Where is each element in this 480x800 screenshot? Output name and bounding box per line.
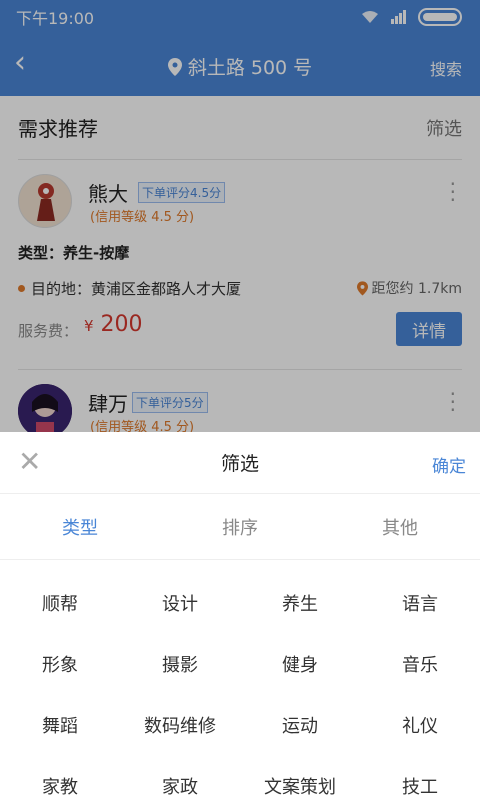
category-option[interactable]: 语言 (360, 572, 480, 633)
category-option[interactable]: 家政 (120, 755, 240, 800)
filter-tabs: 类型 排序 其他 (0, 494, 480, 560)
filter-sheet: ✕ 筛选 确定 类型 排序 其他 顺帮 设计 养生 语言 形象 摄影 健身 音乐… (0, 432, 480, 800)
category-option[interactable]: 运动 (240, 694, 360, 755)
category-option[interactable]: 顺帮 (0, 572, 120, 633)
close-icon[interactable]: ✕ (18, 448, 41, 476)
dim-overlay[interactable] (0, 0, 480, 432)
category-option[interactable]: 设计 (120, 572, 240, 633)
category-option[interactable]: 形象 (0, 633, 120, 694)
tab-sort[interactable]: 排序 (160, 494, 320, 559)
confirm-button[interactable]: 确定 (432, 452, 466, 477)
category-option[interactable]: 健身 (240, 633, 360, 694)
category-option[interactable]: 数码维修 (120, 694, 240, 755)
category-option[interactable]: 养生 (240, 572, 360, 633)
sheet-title: 筛选 (220, 453, 259, 475)
sheet-header: ✕ 筛选 确定 (0, 432, 480, 494)
category-option[interactable]: 音乐 (360, 633, 480, 694)
category-option[interactable]: 技工 (360, 755, 480, 800)
category-option[interactable]: 文案策划 (240, 755, 360, 800)
category-grid: 顺帮 设计 养生 语言 形象 摄影 健身 音乐 舞蹈 数码维修 运动 礼仪 家教… (0, 560, 480, 800)
category-option[interactable]: 舞蹈 (0, 694, 120, 755)
tab-type[interactable]: 类型 (0, 494, 160, 559)
category-option[interactable]: 家教 (0, 755, 120, 800)
category-option[interactable]: 摄影 (120, 633, 240, 694)
category-option[interactable]: 礼仪 (360, 694, 480, 755)
tab-other[interactable]: 其他 (320, 494, 480, 559)
